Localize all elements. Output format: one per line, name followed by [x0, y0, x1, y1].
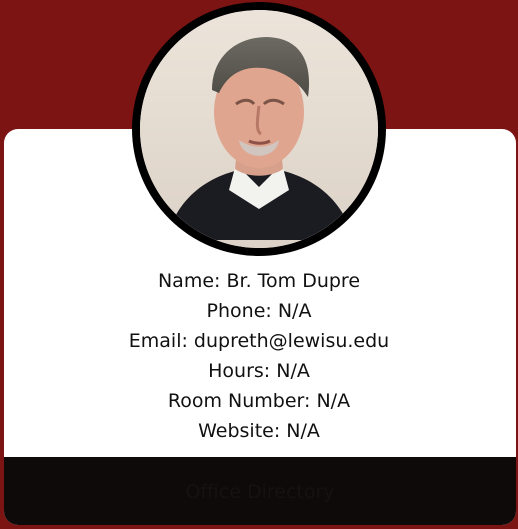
avatar: [140, 10, 378, 248]
office-directory-bar: Office Directory: [4, 457, 516, 525]
name-line: Name: Br. Tom Dupre: [157, 270, 361, 292]
avatar-frame: [132, 2, 386, 256]
hours-line: Hours: N/A: [208, 360, 310, 382]
office-directory-button[interactable]: Office Directory: [4, 457, 516, 525]
room-number-line: Room Number: N/A: [167, 390, 351, 412]
email-line: Email: dupreth@lewisu.edu: [128, 330, 390, 352]
contact-details: Name: Br. Tom Dupre Phone: N/A Email: du…: [0, 266, 518, 446]
person-photo-icon: [140, 10, 378, 248]
profile-page: Office Directory Name: Br. Tom Dupre Pho…: [0, 0, 518, 529]
website-line: Website: N/A: [198, 420, 320, 442]
phone-line: Phone: N/A: [206, 300, 312, 322]
